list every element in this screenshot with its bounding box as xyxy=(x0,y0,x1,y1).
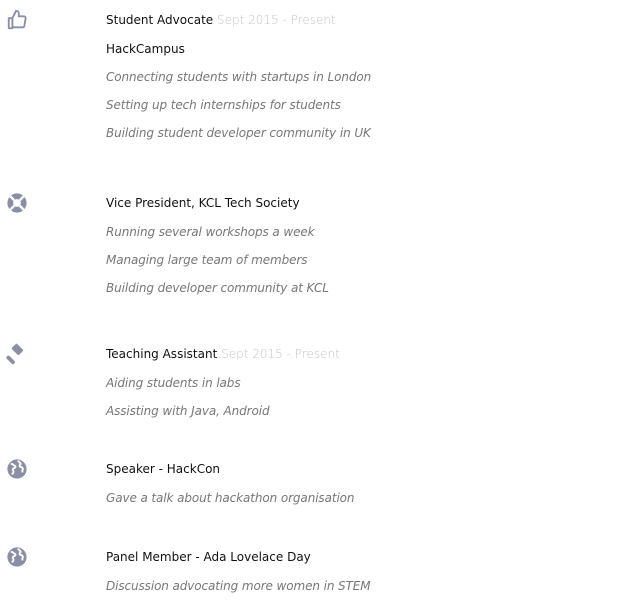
entry-title: Teaching Assistant xyxy=(106,347,218,361)
entry-title-line: Vice President, KCL Tech Society xyxy=(106,189,626,218)
gavel-icon xyxy=(6,343,28,365)
entry-date: Sept 2015 - Present xyxy=(216,13,336,27)
entry-title-line: Panel Member - Ada Lovelace Day xyxy=(106,543,626,572)
entry-details: Aiding students in labs Assisting with J… xyxy=(106,369,626,425)
thumbs-up-icon xyxy=(6,9,28,31)
entry-details: Connecting students with startups in Lon… xyxy=(106,63,626,147)
globe-icon xyxy=(6,458,28,480)
entry-date: Sept 2015 - Present xyxy=(221,347,340,361)
entry-text: Vice President, KCL Tech Society Running… xyxy=(106,189,626,302)
entry-detail: Building student developer community in … xyxy=(106,126,371,140)
entry-title-line: Student Advocate Sept 2015 - Present xyxy=(106,6,626,35)
entry-title: Panel Member - Ada Lovelace Day xyxy=(106,550,311,564)
entry-title-line: Teaching Assistant Sept 2015 - Present xyxy=(106,340,626,369)
globe-icon xyxy=(6,546,28,568)
entry-detail: Managing large team of members xyxy=(106,253,308,267)
entry-details: Gave a talk about hackathon organisation xyxy=(106,484,626,512)
entry-title: Vice President, KCL Tech Society xyxy=(106,196,300,210)
entry-detail: Discussion advocating more women in STEM xyxy=(106,579,371,593)
entry-detail: Aiding students in labs xyxy=(106,376,241,390)
entry-detail: Setting up tech internships for students xyxy=(106,98,341,112)
life-ring-icon xyxy=(6,192,28,214)
entry-detail: Assisting with Java, Android xyxy=(106,404,270,418)
entry-details: Discussion advocating more women in STEM xyxy=(106,572,626,600)
entry-details: Running several workshops a week Managin… xyxy=(106,218,626,302)
entry-title-line: Speaker - HackCon xyxy=(106,455,626,484)
entry-detail: Building developer community at KCL xyxy=(106,281,329,295)
entry-organization: HackCampus xyxy=(106,42,185,56)
entry-text: Student Advocate Sept 2015 - Present Hac… xyxy=(106,6,626,147)
entry-detail: Running several workshops a week xyxy=(106,225,315,239)
entry-text: Teaching Assistant Sept 2015 - Present A… xyxy=(106,340,626,425)
entry-title: Speaker - HackCon xyxy=(106,462,221,476)
entry-detail: Connecting students with startups in Lon… xyxy=(106,70,372,84)
entry-text: Speaker - HackCon Gave a talk about hack… xyxy=(106,455,626,512)
entry-detail: Gave a talk about hackathon organisation xyxy=(106,491,355,505)
entry-title: Student Advocate xyxy=(106,13,214,27)
entry-text: Panel Member - Ada Lovelace Day Discussi… xyxy=(106,543,626,600)
